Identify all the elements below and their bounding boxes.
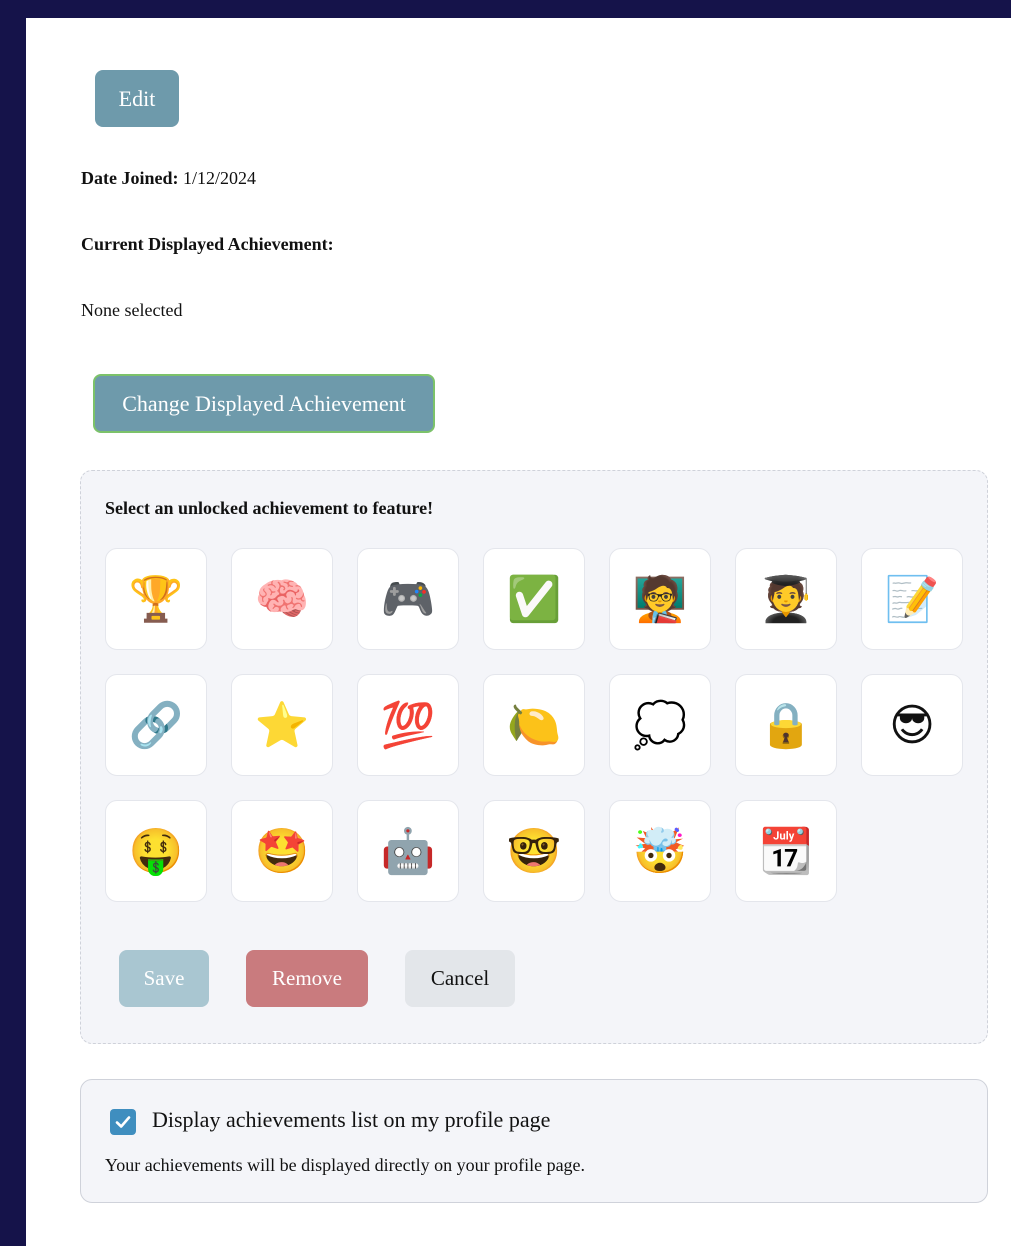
brain-icon: 🧠 — [254, 574, 310, 625]
achievement-tile[interactable]: 🧑‍🎓 — [735, 548, 837, 650]
achievement-tile[interactable]: 🤯 — [609, 800, 711, 902]
checkmark-icon — [115, 1116, 131, 1128]
achievement-tile[interactable]: 🤓 — [483, 800, 585, 902]
current-achievement-label: Current Displayed Achievement: — [81, 234, 334, 254]
achievement-tile[interactable]: 🤑 — [105, 800, 207, 902]
achievement-tile[interactable]: ⭐ — [231, 674, 333, 776]
achievement-tile[interactable]: 💯 — [357, 674, 459, 776]
thought-bubble-icon: 💭 — [632, 700, 688, 751]
calendar-icon: 📆 — [758, 826, 814, 877]
achievement-grid: 🏆 🧠 🎮 ✅ 🧑‍🏫 🧑‍🎓 📝 🔗 ⭐ 💯 🍋 💭 🔒 😎 🤑 🤩 🤖 🤓 🤯 📆 — [105, 548, 963, 902]
date-joined-value: 1/12/2024 — [183, 168, 257, 188]
profile-panel: Edit Date Joined: 1/12/2024 Current Disp… — [26, 18, 1011, 1246]
lock-icon: 🔒 — [758, 700, 814, 751]
achievement-tile[interactable]: 🤖 — [357, 800, 459, 902]
current-achievement-value: None selected — [81, 300, 183, 320]
display-settings: Display achievements list on my profile … — [80, 1079, 988, 1203]
robot-icon: 🤖 — [380, 826, 436, 877]
save-button[interactable]: Save — [119, 950, 209, 1007]
achievement-tile[interactable]: 🍋 — [483, 674, 585, 776]
display-achievements-description: Your achievements will be displayed dire… — [105, 1155, 586, 1175]
remove-button[interactable]: Remove — [246, 950, 368, 1007]
edit-button[interactable]: Edit — [95, 70, 179, 127]
achievement-tile[interactable]: 🤩 — [231, 800, 333, 902]
achievement-tile[interactable]: ✅ — [483, 548, 585, 650]
achievement-tile[interactable]: 📆 — [735, 800, 837, 902]
memo-icon: 📝 — [884, 574, 940, 625]
achievement-tile[interactable]: 🧠 — [231, 548, 333, 650]
trophy-icon: 🏆 — [128, 574, 184, 625]
achievement-tile[interactable]: 🔗 — [105, 674, 207, 776]
change-achievement-button[interactable]: Change Displayed Achievement — [93, 374, 435, 433]
money-face-icon: 🤑 — [128, 826, 184, 877]
teacher-icon: 🧑‍🏫 — [632, 574, 688, 625]
achievement-tile[interactable]: 🎮 — [357, 548, 459, 650]
achievement-tile[interactable]: 💭 — [609, 674, 711, 776]
display-achievements-label[interactable]: Display achievements list on my profile … — [152, 1107, 550, 1133]
mind-blown-icon: 🤯 — [632, 826, 688, 877]
achievement-tile[interactable]: 📝 — [861, 548, 963, 650]
lemon-icon: 🍋 — [506, 700, 562, 751]
star-struck-icon: 🤩 — [254, 826, 310, 877]
display-achievements-checkbox[interactable] — [110, 1109, 136, 1135]
check-mark-icon: ✅ — [506, 574, 562, 625]
cancel-button[interactable]: Cancel — [405, 950, 515, 1007]
achievement-picker: Select an unlocked achievement to featur… — [80, 470, 988, 1044]
current-achievement-heading: Current Displayed Achievement: — [81, 234, 334, 255]
sunglasses-face-icon: 😎 — [889, 699, 935, 751]
date-joined-label: Date Joined: — [81, 168, 179, 188]
picker-title: Select an unlocked achievement to featur… — [105, 498, 434, 518]
link-icon: 🔗 — [128, 700, 184, 751]
hundred-points-icon: 💯 — [380, 700, 436, 751]
graduate-icon: 🧑‍🎓 — [758, 574, 814, 625]
date-joined: Date Joined: 1/12/2024 — [81, 168, 256, 189]
achievement-tile[interactable]: 🧑‍🏫 — [609, 548, 711, 650]
game-controller-icon: 🎮 — [380, 574, 436, 625]
achievement-tile[interactable]: 🏆 — [105, 548, 207, 650]
nerd-face-icon: 🤓 — [506, 826, 562, 877]
star-icon: ⭐ — [254, 700, 310, 751]
achievement-tile[interactable]: 🔒 — [735, 674, 837, 776]
achievement-tile[interactable]: 😎 — [861, 674, 963, 776]
